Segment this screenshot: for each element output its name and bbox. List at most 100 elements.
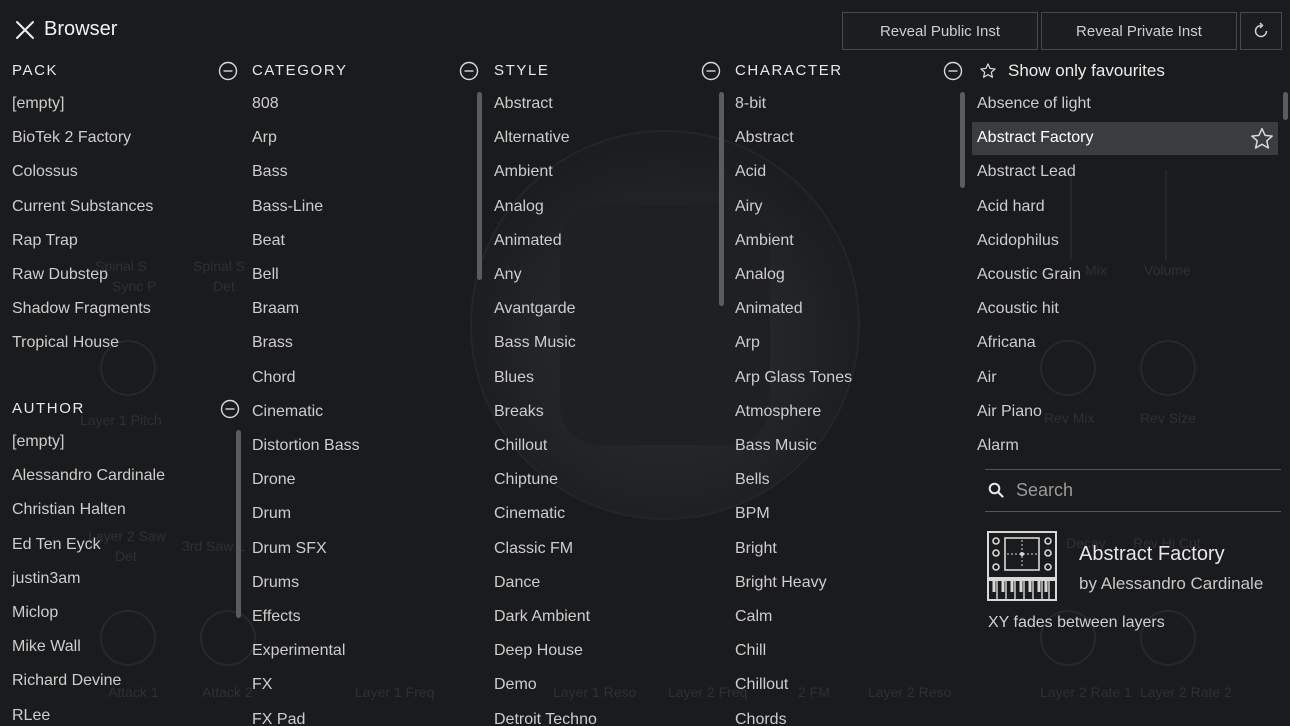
character-item[interactable]: Arp Glass Tones	[735, 369, 852, 387]
pack-item[interactable]: Colossus	[12, 163, 78, 181]
author-item[interactable]: RLee	[12, 707, 50, 725]
character-item[interactable]: Chill	[735, 642, 766, 660]
pack-item[interactable]: Current Substances	[12, 198, 153, 216]
presets-outer-scrollbar[interactable]	[1283, 92, 1288, 120]
preset-item[interactable]: Absence of light	[977, 95, 1091, 113]
reveal-public-inst-button[interactable]: Reveal Public Inst	[842, 12, 1038, 50]
category-item[interactable]: Brass	[252, 334, 293, 352]
style-item[interactable]: Detroit Techno	[494, 711, 597, 726]
style-item[interactable]: Cinematic	[494, 505, 565, 523]
category-item[interactable]: Bell	[252, 266, 279, 284]
presets-collapse-icon[interactable]	[943, 61, 963, 81]
character-item[interactable]: Analog	[735, 266, 785, 284]
category-item[interactable]: Chord	[252, 369, 296, 387]
reveal-private-inst-button[interactable]: Reveal Private Inst	[1041, 12, 1237, 50]
style-item[interactable]: Ambient	[494, 163, 553, 181]
style-item[interactable]: Animated	[494, 232, 562, 250]
character-item[interactable]: Bright	[735, 540, 777, 558]
preset-item-selected[interactable]: Abstract Factory	[977, 129, 1093, 147]
style-item[interactable]: Alternative	[494, 129, 570, 147]
preset-item[interactable]: Air Piano	[977, 403, 1042, 421]
character-item[interactable]: Arp	[735, 334, 760, 352]
preset-item[interactable]: Acidophilus	[977, 232, 1059, 250]
character-scrollbar[interactable]	[719, 92, 724, 306]
style-item[interactable]: Breaks	[494, 403, 544, 421]
character-item[interactable]: Abstract	[735, 129, 794, 147]
show-only-favourites-toggle[interactable]: Show only favourites	[1008, 61, 1165, 81]
pack-item[interactable]: Raw Dubstep	[12, 266, 108, 284]
category-item[interactable]: Drone	[252, 471, 296, 489]
character-collapse-icon[interactable]	[701, 61, 721, 81]
preset-item[interactable]: Africana	[977, 334, 1036, 352]
category-item[interactable]: Cinematic	[252, 403, 323, 421]
character-item[interactable]: Bells	[735, 471, 770, 489]
character-item[interactable]: 8-bit	[735, 95, 766, 113]
category-item[interactable]: Distortion Bass	[252, 437, 360, 455]
style-item[interactable]: Chiptune	[494, 471, 558, 489]
preset-item[interactable]: Acid hard	[977, 198, 1045, 216]
category-item[interactable]: Bass	[252, 163, 288, 181]
preset-item[interactable]: Acoustic hit	[977, 300, 1059, 318]
author-item[interactable]: Alessandro Cardinale	[12, 467, 165, 485]
style-item[interactable]: Chillout	[494, 437, 547, 455]
cinematic-collapse-icon[interactable]	[220, 399, 240, 419]
search-input[interactable]	[1016, 476, 1276, 504]
category-item[interactable]: 808	[252, 95, 279, 113]
category-item[interactable]: Drums	[252, 574, 299, 592]
category-item[interactable]: Braam	[252, 300, 299, 318]
style-item[interactable]: Classic FM	[494, 540, 573, 558]
category-scrollbar[interactable]	[236, 430, 241, 618]
category-item[interactable]: Arp	[252, 129, 277, 147]
character-item[interactable]: Bass Music	[735, 437, 817, 455]
style-item[interactable]: Any	[494, 266, 522, 284]
character-item[interactable]: Calm	[735, 608, 772, 626]
preset-item[interactable]: Abstract Lead	[977, 163, 1076, 181]
pack-item[interactable]: BioTek 2 Factory	[12, 129, 131, 147]
favourites-filter-star-icon[interactable]	[979, 62, 997, 80]
category-item[interactable]: Effects	[252, 608, 301, 626]
character-item[interactable]: Bright Heavy	[735, 574, 827, 592]
category-collapse-icon[interactable]	[218, 61, 238, 81]
author-item[interactable]: Ed Ten Eyck	[12, 536, 101, 554]
character-item[interactable]: Chords	[735, 711, 787, 726]
category-item[interactable]: Experimental	[252, 642, 345, 660]
character-item[interactable]: Atmosphere	[735, 403, 821, 421]
character-item[interactable]: Chillout	[735, 676, 788, 694]
style-scrollbar[interactable]	[477, 92, 482, 280]
author-item[interactable]: [empty]	[12, 433, 64, 451]
favourite-star-icon[interactable]	[1249, 126, 1275, 152]
style-item[interactable]: Demo	[494, 676, 537, 694]
pack-item[interactable]: Tropical House	[12, 334, 119, 352]
category-item[interactable]: FX	[252, 676, 272, 694]
style-collapse-icon[interactable]	[459, 61, 479, 81]
style-item[interactable]: Dark Ambient	[494, 608, 590, 626]
close-icon[interactable]	[14, 19, 36, 41]
preset-item[interactable]: Acoustic Grain	[977, 266, 1081, 284]
style-item[interactable]: Avantgarde	[494, 300, 576, 318]
style-item[interactable]: Blues	[494, 369, 534, 387]
category-item[interactable]: FX Pad	[252, 711, 305, 726]
pack-item[interactable]: Shadow Fragments	[12, 300, 151, 318]
presets-scrollbar[interactable]	[960, 92, 965, 188]
author-item[interactable]: Christian Halten	[12, 501, 126, 519]
category-item[interactable]: Beat	[252, 232, 285, 250]
preset-item[interactable]: Alarm	[977, 437, 1019, 455]
style-item[interactable]: Dance	[494, 574, 540, 592]
category-item[interactable]: Drum SFX	[252, 540, 327, 558]
refresh-button[interactable]	[1240, 12, 1282, 50]
character-item[interactable]: Airy	[735, 198, 763, 216]
style-item[interactable]: Bass Music	[494, 334, 576, 352]
author-item[interactable]: justin3am	[12, 570, 80, 588]
style-item[interactable]: Abstract	[494, 95, 553, 113]
author-item[interactable]: Miclop	[12, 604, 58, 622]
author-item[interactable]: Richard Devine	[12, 672, 121, 690]
preset-item[interactable]: Air	[977, 369, 997, 387]
author-item[interactable]: Mike Wall	[12, 638, 81, 656]
pack-item[interactable]: Rap Trap	[12, 232, 78, 250]
character-item[interactable]: BPM	[735, 505, 770, 523]
character-item[interactable]: Acid	[735, 163, 766, 181]
character-item[interactable]: Ambient	[735, 232, 794, 250]
category-item[interactable]: Drum	[252, 505, 291, 523]
style-item[interactable]: Analog	[494, 198, 544, 216]
character-item[interactable]: Animated	[735, 300, 803, 318]
